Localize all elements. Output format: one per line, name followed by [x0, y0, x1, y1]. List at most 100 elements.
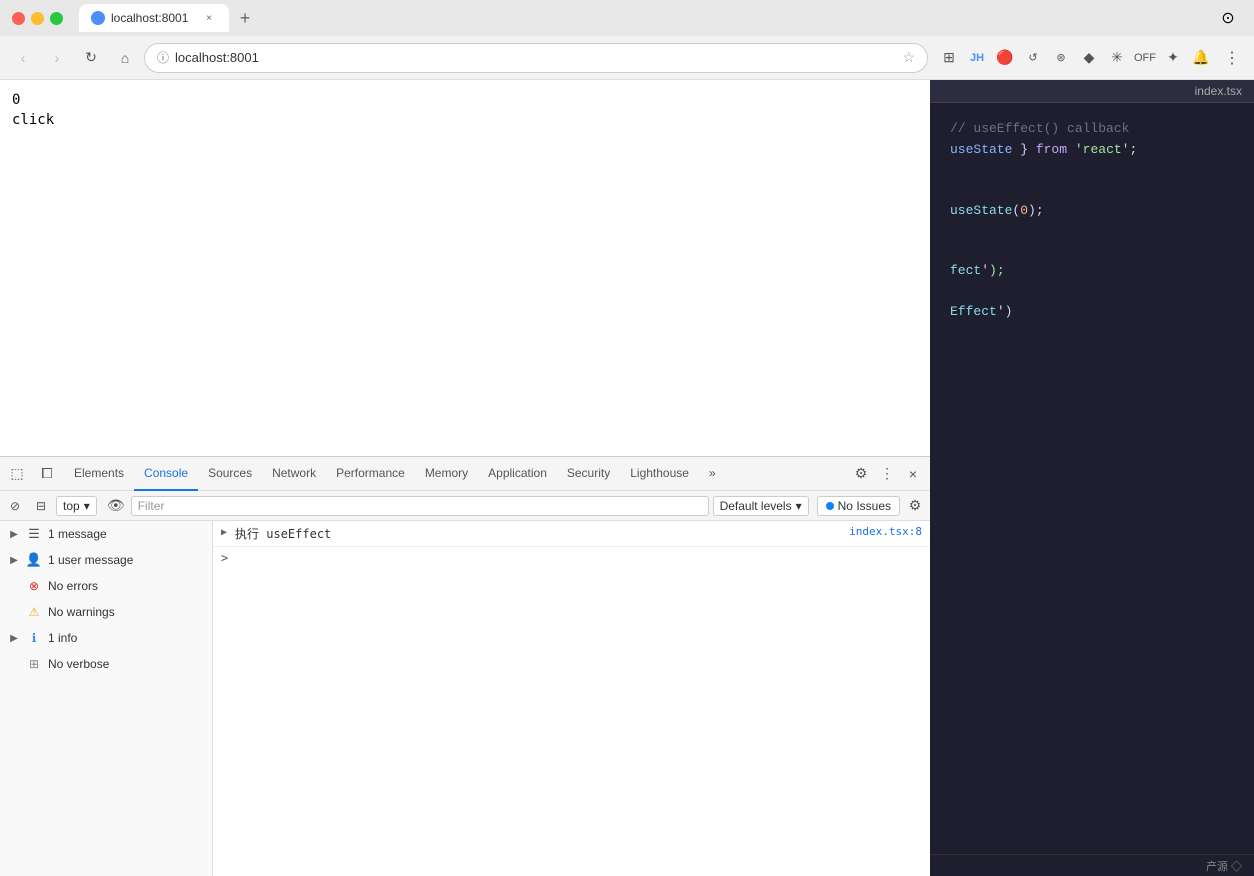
sidebar-item-messages[interactable]: ▶ ☰ 1 message — [0, 521, 212, 547]
expand-icon: ▶ — [8, 528, 20, 540]
new-tab-button[interactable]: + — [231, 4, 259, 32]
code-line: useState(0); — [950, 201, 1234, 222]
sidebar-item-verbose[interactable]: ▶ ⊞ No verbose — [0, 651, 212, 677]
verbose-icon: ⊞ — [26, 656, 42, 672]
tab-title: localhost:8001 — [111, 11, 195, 25]
tab-more[interactable]: » — [699, 457, 726, 491]
console-input-caret[interactable]: > — [213, 547, 930, 569]
editor-filename: index.tsx — [1195, 84, 1242, 98]
extension-3[interactable]: ↺ — [1020, 45, 1046, 71]
sidebar-item-label: 1 user message — [48, 553, 204, 567]
title-bar: localhost:8001 × + ⊙ — [0, 0, 1254, 36]
filter-toggle-button[interactable]: ⊟ — [30, 495, 52, 517]
extension-9[interactable]: 🔔 — [1188, 45, 1214, 71]
sidebar-item-label: 1 message — [48, 527, 204, 541]
tab-security[interactable]: Security — [557, 457, 620, 491]
back-button[interactable]: ‹ — [8, 43, 38, 73]
page-content: 0 click — [0, 80, 930, 456]
extension-7[interactable]: OFF — [1132, 45, 1158, 71]
maximize-traffic-light[interactable] — [50, 12, 63, 25]
browser-tab[interactable]: localhost:8001 × — [79, 4, 229, 32]
filter-area: 👁 Filter Default levels ▾ — [105, 495, 809, 517]
code-text: // useEffect() callback — [950, 119, 1129, 140]
tab-elements[interactable]: Elements — [64, 457, 134, 491]
console-main: ▶ 执行 useEffect index.tsx:8 > — [213, 521, 930, 876]
log-source-link[interactable]: index.tsx:8 — [849, 525, 922, 538]
main-area: 0 click ⬚ ⧠ Elements Console — [0, 80, 1254, 876]
code-line: fect'); — [950, 261, 1234, 282]
log-text: 执行 useEffect — [235, 525, 841, 542]
window-menu-button[interactable]: ⊙ — [1214, 4, 1242, 32]
sidebar-item-info[interactable]: ▶ ℹ 1 info — [0, 625, 212, 651]
extension-5[interactable]: ◆ — [1076, 45, 1102, 71]
info-icon: ℹ — [26, 630, 42, 646]
forward-button[interactable]: › — [42, 43, 72, 73]
close-traffic-light[interactable] — [12, 12, 25, 25]
log-entry: ▶ 执行 useEffect index.tsx:8 — [213, 521, 930, 547]
sidebar-item-label: 1 info — [48, 631, 204, 645]
tab-sources[interactable]: Sources — [198, 457, 262, 491]
browser-viewport: 0 click ⬚ ⧠ Elements Console — [0, 80, 930, 876]
tab-close-button[interactable]: × — [201, 10, 217, 26]
nav-more-button[interactable]: ⋮ — [1218, 44, 1246, 72]
code-text: useState(0); — [950, 201, 1044, 222]
device-toolbar-button[interactable]: ⧠ — [34, 461, 60, 487]
tab-application[interactable]: Application — [478, 457, 557, 491]
context-select[interactable]: top ▾ — [56, 496, 97, 516]
editor-content[interactable]: // useEffect() callback useState } from … — [930, 103, 1254, 854]
console-settings-button[interactable]: ⚙ — [904, 495, 926, 517]
tab-performance[interactable]: Performance — [326, 457, 415, 491]
messages-icon: ☰ — [26, 526, 42, 542]
extensions-area: ⊞ JH 🔴 ↺ ⊛ ◆ ✳ OFF ✦ 🔔 — [936, 45, 1214, 71]
devtools-close-button[interactable]: × — [900, 461, 926, 487]
tabs-bar: localhost:8001 × + — [79, 4, 1206, 32]
minimize-traffic-light[interactable] — [31, 12, 44, 25]
no-issues-dot — [826, 502, 834, 510]
tab-console[interactable]: Console — [134, 457, 198, 491]
url-text: localhost:8001 — [175, 50, 896, 65]
clear-console-button[interactable]: ⊘ — [4, 495, 26, 517]
bottom-bar: 产源 ◇ — [930, 854, 1254, 876]
tab-network[interactable]: Network — [262, 457, 326, 491]
code-line — [950, 161, 1234, 181]
code-line — [950, 282, 1234, 302]
expand-icon: ▶ — [8, 632, 20, 644]
context-chevron: ▾ — [84, 499, 90, 513]
home-button[interactable]: ⌂ — [110, 43, 140, 73]
no-issues-badge[interactable]: No Issues — [817, 496, 900, 516]
extension-8[interactable]: ✦ — [1160, 45, 1186, 71]
inspect-element-button[interactable]: ⬚ — [4, 461, 30, 487]
console-toolbar: ⊘ ⊟ top ▾ 👁 Filter Default levels ▾ — [0, 491, 930, 521]
reload-button[interactable]: ↻ — [76, 43, 106, 73]
devtools-settings-button[interactable]: ⚙ — [848, 461, 874, 487]
bookmark-icon[interactable]: ☆ — [902, 49, 915, 66]
code-line — [950, 181, 1234, 201]
sidebar-item-errors[interactable]: ▶ ⊗ No errors — [0, 573, 212, 599]
tab-memory[interactable]: Memory — [415, 457, 478, 491]
tab-lighthouse[interactable]: Lighthouse — [620, 457, 699, 491]
sidebar-item-user-messages[interactable]: ▶ 👤 1 user message — [0, 547, 212, 573]
eye-button[interactable]: 👁 — [105, 495, 127, 517]
code-line — [950, 221, 1234, 241]
extension-4[interactable]: ⊛ — [1048, 45, 1074, 71]
sidebar-item-label: No errors — [48, 579, 204, 593]
click-text: click — [12, 112, 918, 128]
log-levels-button[interactable]: Default levels ▾ — [713, 496, 809, 516]
warning-icon: ⚠ — [26, 604, 42, 620]
extension-jh[interactable]: JH — [964, 45, 990, 71]
tab-favicon — [91, 11, 105, 25]
devtools-tab-group: Elements Console Sources Network Perform… — [64, 457, 848, 491]
editor-titlebar: index.tsx — [930, 80, 1254, 103]
extension-grid-icon[interactable]: ⊞ — [936, 45, 962, 71]
address-bar[interactable]: ⓘ localhost:8001 ☆ — [144, 43, 928, 73]
filter-input[interactable]: Filter — [131, 496, 709, 516]
log-expand-icon[interactable]: ▶ — [221, 527, 227, 538]
code-text: useState } from 'react'; — [950, 140, 1137, 161]
extension-2[interactable]: 🔴 — [992, 45, 1018, 71]
extension-6[interactable]: ✳ — [1104, 45, 1130, 71]
console-panel: ▶ ☰ 1 message ▶ 👤 1 user message ▶ ⊗ No … — [0, 521, 930, 876]
code-line: // useEffect() callback — [950, 119, 1234, 140]
sidebar-item-warnings[interactable]: ▶ ⚠ No warnings — [0, 599, 212, 625]
error-icon: ⊗ — [26, 578, 42, 594]
devtools-more-button[interactable]: ⋮ — [874, 461, 900, 487]
